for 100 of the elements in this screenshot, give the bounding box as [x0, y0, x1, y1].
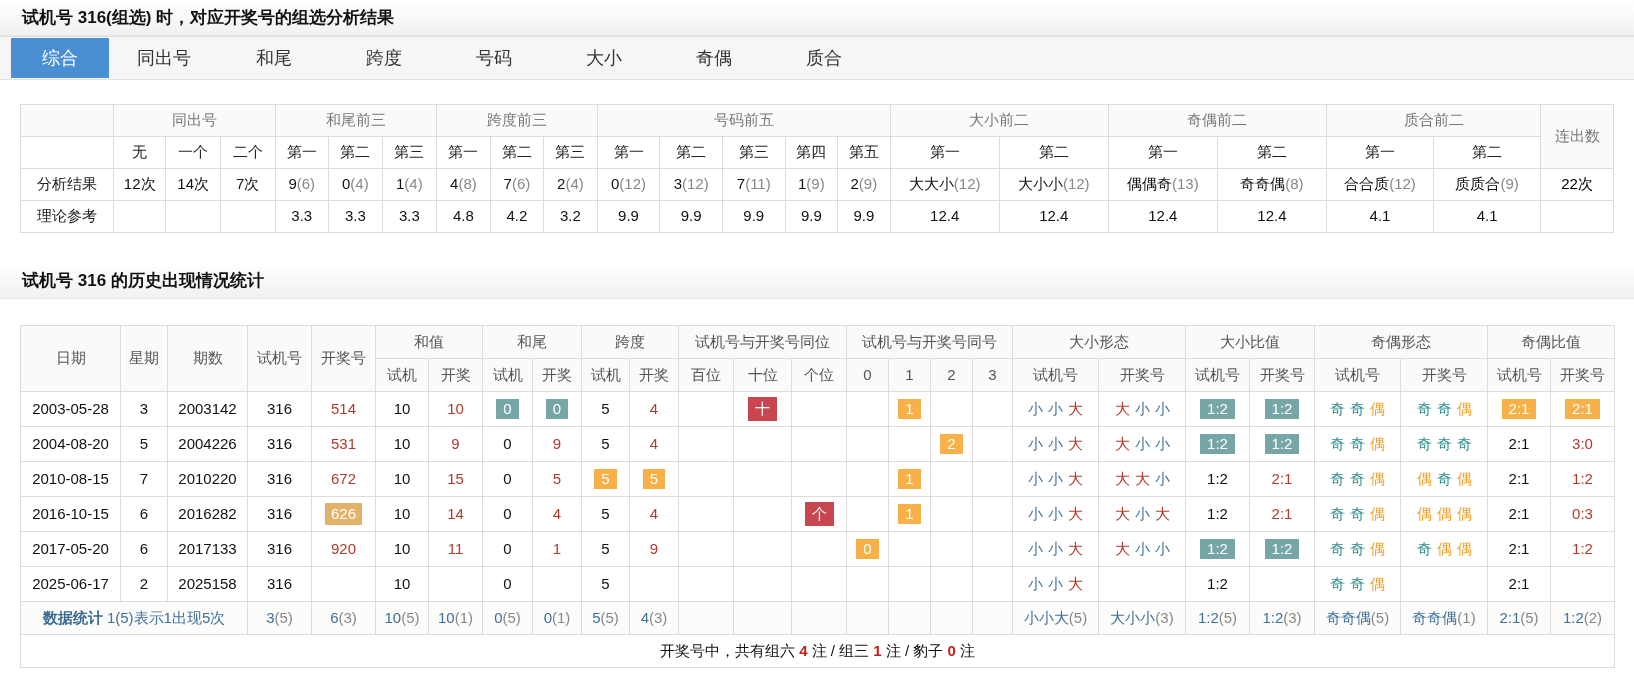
table-cell: 4.2: [490, 200, 544, 233]
tab[interactable]: 和尾: [219, 38, 329, 78]
table-cell: 5: [581, 566, 630, 602]
column-header: 第二: [490, 136, 544, 169]
column-header: 开奖号: [1249, 358, 1315, 392]
table-cell: 小 小 大: [1012, 461, 1099, 497]
stats-cell: 1:2(5): [1185, 601, 1250, 635]
table-cell: 奇 奇 偶: [1314, 496, 1401, 532]
column-group-header: 和值: [375, 325, 483, 359]
table-cell: 4: [629, 391, 679, 427]
highlight-badge: 0: [856, 538, 879, 559]
column-header: 试机: [581, 358, 630, 392]
table-cell: 大 小 小: [1098, 426, 1186, 462]
table-cell: 小 小 大: [1012, 426, 1099, 462]
stats-cell: 奇奇偶(5): [1314, 601, 1401, 635]
column-group-header: 试机号与开奖号同号: [846, 325, 1013, 359]
column-header: 开奖: [428, 358, 483, 392]
table-cell: 2025158: [167, 566, 248, 602]
table-cell: 2010-08-15: [20, 461, 121, 497]
table-cell: 12次: [113, 168, 166, 201]
table-cell: 22次: [1540, 168, 1614, 201]
stats-cell: 1:2(3): [1249, 601, 1315, 635]
table-cell: 0(12): [597, 168, 660, 201]
table-cell: 3:0: [1550, 426, 1615, 462]
table-cell: 5: [581, 391, 630, 427]
column-header: 试机号: [1314, 358, 1401, 392]
table-cell: 672: [311, 461, 376, 497]
tab[interactable]: 号码: [439, 38, 549, 78]
table-cell: 1:2: [1550, 531, 1615, 567]
tab[interactable]: 跨度: [329, 38, 439, 78]
column-header: 开奖: [532, 358, 582, 392]
table-cell: 偶 偶 偶: [1400, 496, 1488, 532]
table-cell: 0: [482, 531, 533, 567]
table-cell: 2017133: [167, 531, 248, 567]
column-header: 第一: [275, 136, 329, 169]
column-header: 第二: [659, 136, 723, 169]
table-cell: 2: [120, 566, 168, 602]
table-cell: 大 小 大: [1098, 496, 1186, 532]
tab[interactable]: 奇偶: [659, 38, 769, 78]
table-cell: 3.3: [382, 200, 437, 233]
table-cell: 2:1: [1487, 496, 1551, 532]
column-header: 二个: [220, 136, 275, 169]
table-cell: 小 小 大: [1012, 531, 1099, 567]
column-header: 第三: [382, 136, 437, 169]
column-header: 试机号: [1012, 358, 1099, 392]
table-cell: 7次: [220, 168, 275, 201]
column-header: 第一: [890, 136, 1000, 169]
table-cell: 2017-05-20: [20, 531, 121, 567]
column-header: 试机号: [1487, 358, 1551, 392]
table-cell: 4: [629, 496, 679, 532]
highlight-badge: 2:1: [1501, 398, 1537, 419]
table-cell: 0:3: [1550, 496, 1615, 532]
table-cell: 2:1: [1249, 496, 1315, 532]
table-cell: 514: [311, 391, 376, 427]
table-cell: 0: [482, 461, 533, 497]
stats-cell: 5(5): [581, 601, 630, 635]
table-cell: 奇 奇 偶: [1314, 531, 1401, 567]
stats-cell: 奇奇偶(1): [1400, 601, 1488, 635]
table-cell: 0: [482, 566, 533, 602]
column-group-header: 大小前二: [890, 104, 1109, 137]
table-cell: 2:1: [1487, 461, 1551, 497]
column-header: 一个: [165, 136, 221, 169]
table-cell: 9.9: [837, 200, 891, 233]
table-cell: 2:1: [1487, 531, 1551, 567]
table-cell: 316: [247, 461, 312, 497]
table-cell: 12.4: [1108, 200, 1218, 233]
table-cell: 2:1: [1487, 426, 1551, 462]
column-header: 第一: [436, 136, 491, 169]
table-cell: 大大小(12): [890, 168, 1000, 201]
column-group-header: 大小形态: [1012, 325, 1186, 359]
table-cell: 3.3: [275, 200, 329, 233]
table-cell: 2003142: [167, 391, 248, 427]
column-header: 开奖号: [1400, 358, 1488, 392]
stats-cell: 10(1): [428, 601, 483, 635]
table-cell: 10: [375, 461, 429, 497]
table-cell: 5: [120, 426, 168, 462]
column-header: 无: [113, 136, 166, 169]
column-header: 第二: [999, 136, 1109, 169]
tab[interactable]: 大小: [549, 38, 659, 78]
table-cell: 3(12): [659, 168, 723, 201]
table-cell: 12.4: [999, 200, 1109, 233]
table-cell: 奇 奇 偶: [1400, 391, 1488, 427]
table-cell: 奇 奇 偶: [1314, 461, 1401, 497]
highlight-badge: 1:2: [1264, 398, 1300, 419]
table-cell: 1(4): [382, 168, 437, 201]
table-cell: 2:1: [1487, 566, 1551, 602]
table-cell: 9: [428, 426, 483, 462]
table-cell: 5: [581, 531, 630, 567]
row-header: 分析结果: [20, 168, 114, 201]
table-cell: 小 小 大: [1012, 391, 1099, 427]
column-group-header: 跨度前三: [436, 104, 598, 137]
tab[interactable]: 质合: [769, 38, 879, 78]
table-cell: 316: [247, 391, 312, 427]
column-header: 试机号: [1185, 358, 1250, 392]
table-cell: 5: [532, 461, 582, 497]
table-cell: 2016-10-15: [20, 496, 121, 532]
tab[interactable]: 同出号: [109, 38, 219, 78]
table-cell: 2010220: [167, 461, 248, 497]
table-cell: 偶 奇 偶: [1400, 461, 1488, 497]
table-cell: 2(4): [543, 168, 598, 201]
